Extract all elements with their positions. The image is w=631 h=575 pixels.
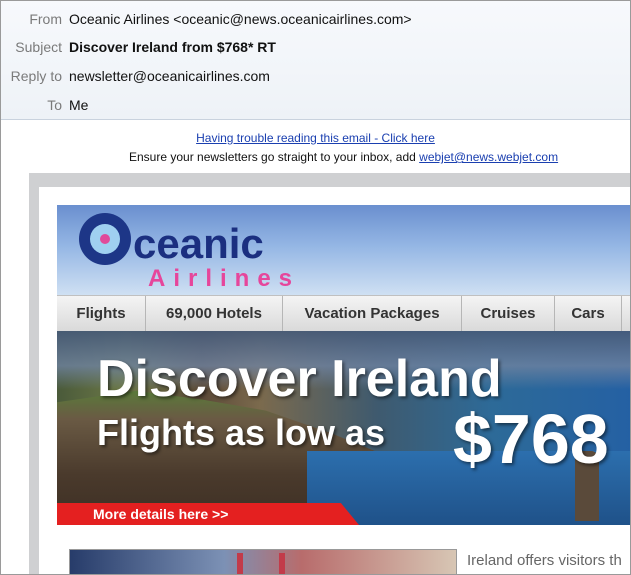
logo-dot	[100, 234, 110, 244]
reply-to-label: Reply to	[10, 68, 62, 84]
nav-cars[interactable]: Cars	[555, 296, 622, 332]
nav-cruises[interactable]: Cruises	[462, 296, 555, 332]
reply-to-value[interactable]: newsletter@oceanicairlines.com	[69, 65, 270, 87]
brand-wordmark[interactable]: ceanic	[133, 221, 264, 267]
trouble-notice: Having trouble reading this email - Clic…	[1, 131, 630, 145]
from-value[interactable]: Oceanic Airlines <oceanic@news.oceanicai…	[69, 8, 412, 30]
subject-label: Subject	[15, 39, 62, 55]
safe-sender-link[interactable]: webjet@news.webjet.com	[419, 150, 558, 164]
intro-text: Ireland offers visitors th	[467, 552, 622, 569]
hero-title: Discover Ireland	[97, 350, 502, 408]
subject-value: Discover Ireland from $768* RT	[69, 39, 276, 55]
more-details-label[interactable]: More details here >>	[93, 506, 228, 522]
trouble-link[interactable]: Having trouble reading this email - Clic…	[196, 131, 435, 145]
subject-row: Subject Discover Ireland from $768* RT	[1, 36, 630, 58]
inbox-notice: Ensure your newsletters go straight to y…	[129, 150, 558, 164]
to-value: Me	[69, 97, 89, 113]
brand-subtitle: Airlines	[148, 265, 301, 292]
flag-icon	[279, 553, 285, 574]
from-row: From Oceanic Airlines <oceanic@news.ocea…	[1, 8, 630, 30]
nav-flights[interactable]: Flights	[57, 296, 146, 332]
hero-subtitle: Flights as low as	[97, 412, 386, 453]
nav-hotels[interactable]: 69,000 Hotels	[146, 296, 283, 332]
ireland-thumbnail[interactable]	[69, 549, 457, 574]
to-label: To	[47, 97, 62, 113]
inbox-notice-text: Ensure your newsletters go straight to y…	[129, 150, 420, 164]
newsletter-nav: Flights 69,000 Hotels Vacation Packages …	[57, 295, 630, 333]
email-window: From Oceanic Airlines <oceanic@news.ocea…	[0, 0, 631, 575]
email-header: From Oceanic Airlines <oceanic@news.ocea…	[1, 1, 630, 120]
reply-to-row: Reply to newsletter@oceanicairlines.com	[1, 65, 630, 87]
from-label: From	[29, 11, 62, 27]
to-row: To Me	[1, 94, 630, 116]
nav-vacation-packages[interactable]: Vacation Packages	[283, 296, 462, 332]
hero-price: $768	[453, 400, 609, 478]
flag-icon	[237, 553, 243, 574]
